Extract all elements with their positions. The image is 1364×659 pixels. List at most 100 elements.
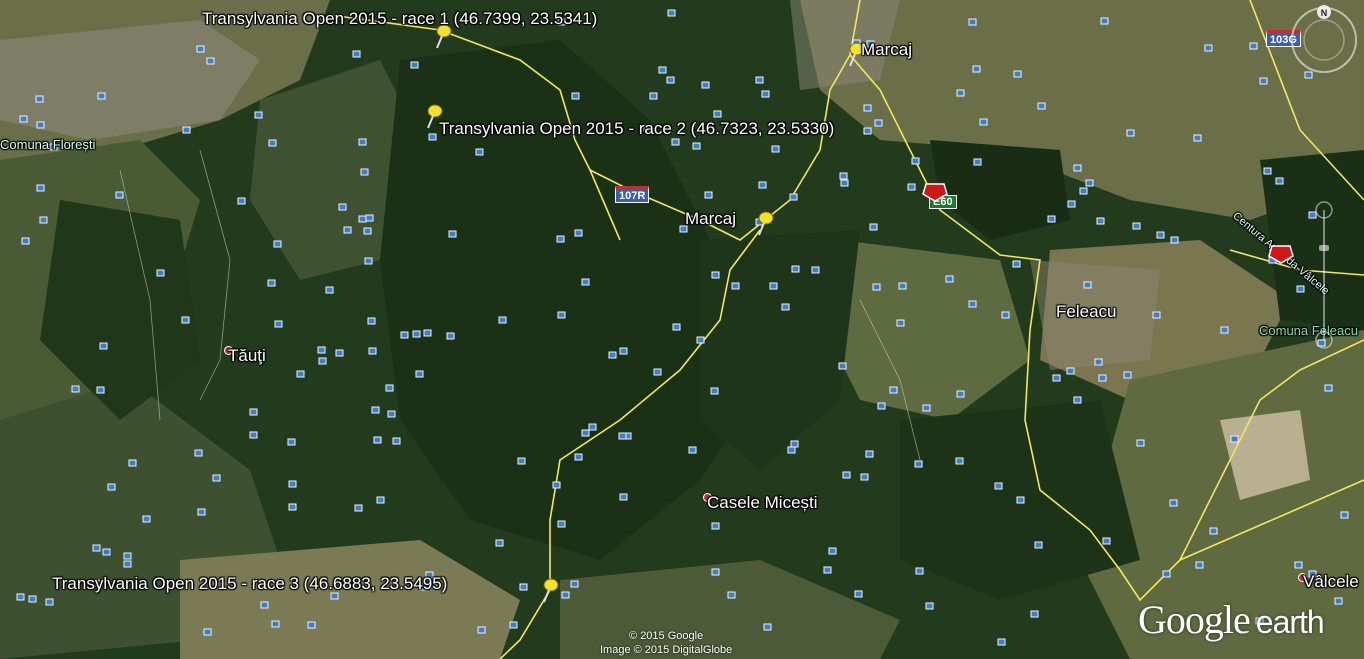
photo-marker-icon[interactable] (1012, 260, 1021, 268)
photo-marker-icon[interactable] (672, 323, 681, 331)
photo-marker-icon[interactable] (36, 184, 45, 192)
photo-marker-icon[interactable] (509, 621, 518, 629)
photo-marker-icon[interactable] (428, 133, 437, 141)
photo-marker-icon[interactable] (338, 203, 347, 211)
photo-marker-icon[interactable] (790, 440, 799, 448)
photo-marker-icon[interactable] (789, 193, 798, 201)
photo-marker-icon[interactable] (1126, 129, 1135, 137)
photo-marker-icon[interactable] (922, 404, 931, 412)
photo-marker-icon[interactable] (1209, 527, 1218, 535)
photo-marker-icon[interactable] (365, 214, 374, 222)
photo-marker-icon[interactable] (1156, 231, 1165, 239)
photo-marker-icon[interactable] (1136, 439, 1145, 447)
photo-marker-icon[interactable] (704, 191, 713, 199)
photo-marker-icon[interactable] (102, 548, 111, 556)
photo-marker-icon[interactable] (1259, 77, 1268, 85)
photo-marker-icon[interactable] (1340, 511, 1349, 519)
photo-marker-icon[interactable] (1034, 541, 1043, 549)
photo-marker-icon[interactable] (955, 457, 964, 465)
photo-marker-icon[interactable] (288, 480, 297, 488)
photo-marker-icon[interactable] (498, 316, 507, 324)
photo-marker-icon[interactable] (710, 387, 719, 395)
photo-marker-icon[interactable] (653, 368, 662, 376)
photo-marker-icon[interactable] (1324, 384, 1333, 392)
photo-marker-icon[interactable] (1096, 217, 1105, 225)
photo-marker-icon[interactable] (973, 158, 982, 166)
photo-marker-icon[interactable] (1013, 70, 1022, 78)
photo-marker-icon[interactable] (495, 539, 504, 547)
photo-marker-icon[interactable] (619, 347, 628, 355)
photo-marker-icon[interactable] (692, 142, 701, 150)
photo-marker-icon[interactable] (1083, 281, 1092, 289)
place-tauti[interactable]: Tăuţi (228, 346, 266, 366)
photo-marker-icon[interactable] (71, 385, 80, 393)
photo-marker-icon[interactable] (711, 568, 720, 576)
photo-marker-icon[interactable] (557, 520, 566, 528)
photo-marker-icon[interactable] (1220, 326, 1229, 334)
photo-marker-icon[interactable] (1334, 597, 1343, 605)
photo-marker-icon[interactable] (1230, 435, 1239, 443)
photo-marker-icon[interactable] (561, 591, 570, 599)
photo-marker-icon[interactable] (972, 65, 981, 73)
photo-marker-icon[interactable] (907, 183, 916, 191)
photo-marker-icon[interactable] (968, 300, 977, 308)
photo-marker-icon[interactable] (1073, 396, 1082, 404)
photo-marker-icon[interactable] (1296, 285, 1305, 293)
photo-marker-icon[interactable] (997, 638, 1006, 646)
photo-marker-icon[interactable] (1098, 374, 1107, 382)
photo-marker-icon[interactable] (781, 303, 790, 311)
photo-marker-icon[interactable] (771, 145, 780, 153)
photo-marker-icon[interactable] (1016, 496, 1025, 504)
photo-marker-icon[interactable] (387, 410, 396, 418)
photo-marker-icon[interactable] (385, 384, 394, 392)
photo-marker-icon[interactable] (39, 216, 48, 224)
photo-marker-icon[interactable] (260, 601, 269, 609)
photo-marker-icon[interactable] (249, 431, 258, 439)
photo-marker-icon[interactable] (197, 508, 206, 516)
photo-marker-icon[interactable] (142, 515, 151, 523)
photo-marker-icon[interactable] (335, 349, 344, 357)
photo-marker-icon[interactable] (475, 148, 484, 156)
photo-marker-icon[interactable] (701, 81, 710, 89)
photo-marker-icon[interactable] (271, 620, 280, 628)
photo-marker-icon[interactable] (838, 362, 847, 370)
photo-marker-icon[interactable] (96, 386, 105, 394)
photo-marker-icon[interactable] (1263, 167, 1272, 175)
photo-marker-icon[interactable] (358, 215, 367, 223)
photo-marker-icon[interactable] (296, 370, 305, 378)
place-feleacu[interactable]: Feleacu (1056, 302, 1116, 322)
photo-marker-icon[interactable] (1100, 17, 1109, 25)
photo-marker-icon[interactable] (649, 92, 658, 100)
photo-marker-icon[interactable] (755, 76, 764, 84)
photo-marker-icon[interactable] (823, 566, 832, 574)
pin-label-race3[interactable]: Transylvania Open 2015 - race 3 (46.6883… (52, 574, 447, 594)
photo-marker-icon[interactable] (249, 408, 258, 416)
photo-marker-icon[interactable] (123, 552, 132, 560)
photo-marker-icon[interactable] (1073, 164, 1082, 172)
photo-marker-icon[interactable] (667, 9, 676, 17)
photo-marker-icon[interactable] (448, 230, 457, 238)
photo-marker-icon[interactable] (877, 402, 886, 410)
photo-marker-icon[interactable] (911, 157, 920, 165)
photo-marker-icon[interactable] (556, 235, 565, 243)
photo-marker-icon[interactable] (412, 330, 421, 338)
photo-marker-icon[interactable] (360, 168, 369, 176)
photo-marker-icon[interactable] (392, 437, 401, 445)
photo-marker-icon[interactable] (1001, 311, 1010, 319)
photo-marker-icon[interactable] (415, 370, 424, 378)
photo-marker-icon[interactable] (400, 331, 409, 339)
pin-label-race1[interactable]: Transylvania Open 2015 - race 1 (46.7399… (202, 9, 597, 29)
photo-marker-icon[interactable] (107, 483, 116, 491)
photo-marker-icon[interactable] (581, 278, 590, 286)
photo-marker-icon[interactable] (274, 320, 283, 328)
photo-marker-icon[interactable] (787, 446, 796, 454)
place-valcele[interactable]: Vâlcele (1303, 572, 1359, 592)
place-casele-micesti[interactable]: Casele Micești (707, 493, 818, 513)
photo-marker-icon[interactable] (156, 269, 165, 277)
photo-marker-icon[interactable] (1052, 374, 1061, 382)
photo-marker-icon[interactable] (273, 240, 282, 248)
photo-marker-icon[interactable] (1275, 177, 1284, 185)
photo-marker-icon[interactable] (1047, 215, 1056, 223)
photo-marker-icon[interactable] (588, 423, 597, 431)
photo-marker-icon[interactable] (840, 179, 849, 187)
